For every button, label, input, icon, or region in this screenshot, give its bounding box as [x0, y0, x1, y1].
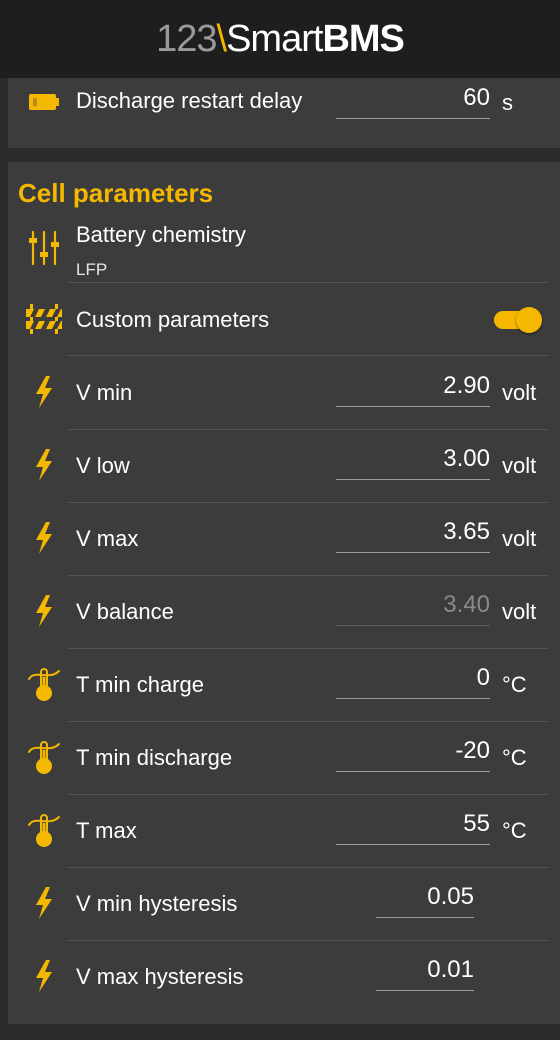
discharge-restart-delay-row: Discharge restart delay 60 s	[8, 78, 560, 128]
logo-bms: BMS	[322, 18, 404, 60]
lightning-icon	[24, 883, 64, 923]
custom-parameters-row: Custom parameters	[8, 283, 560, 355]
toggle-thumb	[516, 307, 542, 333]
v-max-input[interactable]: 3.65	[336, 518, 490, 553]
battery-icon	[24, 82, 64, 122]
battery-chemistry-value: LFP	[76, 260, 108, 279]
v-balance-unit: volt	[502, 599, 537, 624]
t-max-label: T max	[76, 818, 137, 843]
lightning-icon	[24, 956, 64, 996]
v-max-hysteresis-input[interactable]: 0.01	[376, 956, 474, 991]
t-min-charge-input[interactable]: 0	[336, 664, 490, 699]
t-max-row: T max 55 °C	[8, 794, 560, 867]
lightning-icon	[24, 591, 64, 631]
section-title: Cell parameters	[18, 178, 214, 208]
discharge-settings-card: Discharge restart delay 60 s	[8, 78, 560, 148]
v-min-input[interactable]: 2.90	[336, 372, 490, 407]
v-min-label: V min	[76, 380, 133, 405]
t-min-discharge-input[interactable]: -20	[336, 737, 490, 772]
v-max-hysteresis-label: V max hysteresis	[76, 964, 244, 989]
v-low-row: V low 3.00 volt	[8, 429, 560, 502]
v-balance-label: V balance	[76, 599, 174, 624]
v-max-hysteresis-row: V max hysteresis 0.01	[8, 940, 560, 1013]
thermometer-icon	[24, 810, 64, 850]
custom-parameters-toggle[interactable]	[494, 307, 542, 333]
v-min-row: V min 2.90 volt	[8, 356, 560, 429]
v-min-hysteresis-row: V min hysteresis 0.05	[8, 867, 560, 940]
t-max-input[interactable]: 55	[336, 810, 490, 845]
v-min-hysteresis-input[interactable]: 0.05	[376, 883, 474, 918]
custom-parameters-label: Custom parameters	[76, 307, 270, 332]
t-min-discharge-row: T min discharge -20 °C	[8, 721, 560, 794]
v-max-row: V max 3.65 volt	[8, 502, 560, 575]
discharge-restart-delay-unit: s	[502, 90, 513, 115]
lightning-icon	[24, 445, 64, 485]
v-max-label: V max	[76, 526, 139, 551]
t-min-charge-row: T min charge 0 °C	[8, 648, 560, 721]
t-max-unit: °C	[502, 818, 527, 843]
v-balance-row: V balance 3.40 volt	[8, 575, 560, 648]
logo-separator: \	[216, 18, 228, 60]
lightning-icon	[24, 372, 64, 412]
app-header: 123\SmartBMS	[0, 0, 560, 78]
cell-parameters-card: Cell parameters Battery chemistry LFP Cu…	[8, 162, 560, 1024]
battery-chemistry-row[interactable]: Battery chemistry LFP	[8, 218, 560, 280]
v-max-unit: volt	[502, 526, 537, 551]
thermometer-icon	[24, 737, 64, 777]
v-min-hysteresis-label: V min hysteresis	[76, 891, 238, 916]
t-min-discharge-unit: °C	[502, 745, 527, 770]
lightning-icon	[24, 518, 64, 558]
v-low-input[interactable]: 3.00	[336, 445, 490, 480]
t-min-charge-label: T min charge	[76, 672, 204, 697]
battery-chemistry-label: Battery chemistry	[76, 222, 246, 247]
logo-number: 123	[156, 18, 217, 60]
barrier-icon	[24, 299, 64, 339]
v-min-unit: volt	[502, 380, 537, 405]
v-balance-input: 3.40	[336, 591, 490, 626]
v-low-unit: volt	[502, 453, 537, 478]
logo-smart: Smart	[226, 18, 323, 60]
sliders-icon	[24, 228, 64, 268]
discharge-restart-delay-label: Discharge restart delay	[76, 88, 303, 113]
v-low-label: V low	[76, 453, 130, 478]
discharge-restart-delay-input[interactable]: 60	[336, 84, 490, 119]
thermometer-icon	[24, 664, 64, 704]
t-min-discharge-label: T min discharge	[76, 745, 233, 770]
app-logo: 123\SmartBMS	[156, 18, 405, 60]
t-min-charge-unit: °C	[502, 672, 527, 697]
